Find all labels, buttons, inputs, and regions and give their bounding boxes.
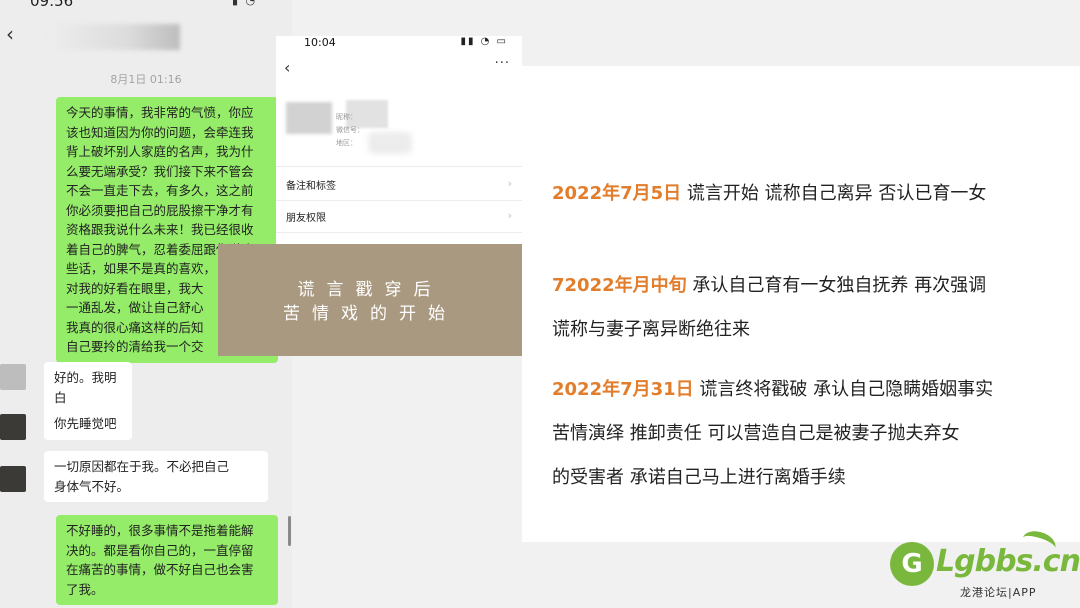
avatar — [286, 102, 332, 134]
message-bubble-received[interactable]: 好的。我明白 — [44, 362, 132, 413]
logo-icon: G — [890, 542, 934, 586]
chat-status-time: 09:56 — [30, 0, 74, 10]
timeline-panel: 2022年7月5日 谎言开始 谎称自己离异 否认已育一女 72022年月中旬 承… — [522, 66, 1080, 542]
chevron-right-icon: › — [507, 177, 512, 190]
caption-overlay: 谎言戳穿后 苦情戏的开始 — [218, 244, 522, 356]
divider — [276, 232, 522, 233]
chevron-left-icon[interactable]: ‹ — [6, 22, 14, 46]
chat-timestamp: 8月1日 01:16 — [110, 73, 182, 86]
scrollbar[interactable] — [288, 516, 291, 546]
wechat-id-label: 微信号： — [336, 126, 364, 134]
timeline-entry: 2022年7月31日 谎言终将戳破 承认自己隐瞒婚姻事实 — [552, 379, 994, 400]
chat-status-icons: ▮ ◔ — [232, 0, 258, 7]
avatar[interactable] — [0, 364, 26, 390]
timeline-date: 72022年月中旬 — [552, 275, 687, 296]
divider — [276, 200, 522, 201]
timeline-date: 2022年7月31日 — [552, 379, 694, 400]
site-watermark: G Lgbbs.cn 龙港论坛|APP — [886, 527, 1080, 608]
timeline-text: 的受害者 承诺自己马上进行离婚手续 — [552, 467, 846, 488]
blurred-contact-name — [50, 24, 180, 50]
avatar[interactable] — [0, 414, 26, 440]
more-icon[interactable]: ··· — [495, 56, 510, 71]
blurred-region — [368, 132, 412, 154]
profile-status-icons: ▮▮ ◔ ▭ — [460, 36, 508, 47]
remarks-and-tags-row[interactable]: 备注和标签 › — [286, 177, 512, 192]
caption-line-1: 谎言戳穿后 — [297, 280, 443, 300]
friend-permissions-row[interactable]: 朋友权限 › — [286, 209, 512, 224]
timeline-text: 谎称与妻子离异断绝往来 — [552, 319, 750, 340]
profile-status-time: 10:04 — [304, 36, 336, 49]
avatar[interactable] — [0, 466, 26, 492]
divider — [276, 166, 522, 167]
timeline-entry: 72022年月中旬 承认自己育有一女独自抚养 再次强调 — [552, 275, 987, 296]
timeline-text: 苦情演绎 推卸责任 可以营造自己是被妻子抛夫弃女 — [552, 423, 960, 444]
message-bubble-received[interactable]: 你先睡觉吧 — [44, 408, 132, 440]
chevron-left-icon[interactable]: ‹ — [284, 58, 290, 77]
watermark-tagline: 龙港论坛|APP — [960, 586, 1037, 599]
watermark-site: Lgbbs.cn — [936, 544, 1080, 579]
nickname-label: 昵称： — [336, 113, 357, 121]
timeline-entry: 2022年7月5日 谎言开始 谎称自己离异 否认已育一女 — [552, 183, 987, 204]
chevron-right-icon: › — [507, 209, 512, 222]
region-label: 地区： — [336, 139, 357, 147]
timeline-date: 2022年7月5日 — [552, 183, 682, 204]
message-bubble-received[interactable]: 一切原因都在于我。不必把自己 身体气不好。 — [44, 451, 268, 502]
caption-line-2: 苦情戏的开始 — [283, 304, 457, 324]
message-bubble-sent[interactable]: 不好睡的，很多事情不是拖着能解 决的。都是看你自己的，一直停留 在痛苦的事情，做… — [56, 515, 278, 605]
